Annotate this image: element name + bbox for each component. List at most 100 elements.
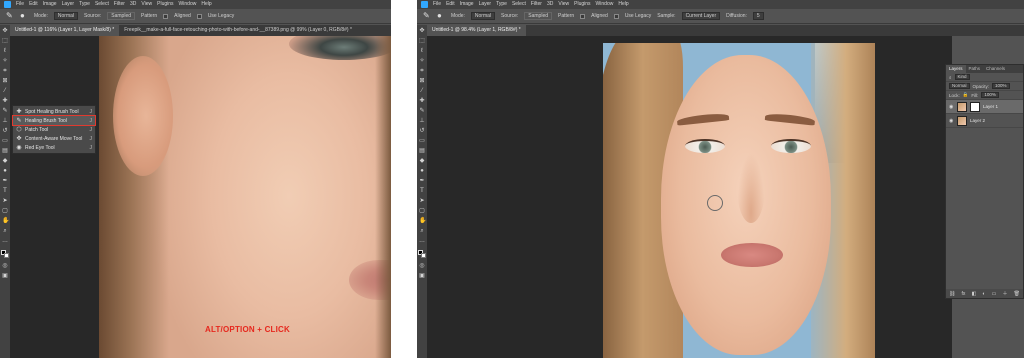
- tab-paths[interactable]: Paths: [966, 65, 984, 73]
- menu-3d[interactable]: 3D: [547, 0, 553, 9]
- menu-type[interactable]: Type: [496, 0, 507, 9]
- menu-plugins[interactable]: Plugins: [574, 0, 590, 9]
- menu-layer[interactable]: Layer: [479, 0, 492, 9]
- type-tool-icon[interactable]: T: [2, 188, 8, 194]
- mode-select[interactable]: Normal: [470, 12, 496, 20]
- use-legacy-checkbox[interactable]: [196, 13, 202, 19]
- fill-input[interactable]: 100%: [981, 92, 999, 98]
- zoom-tool-icon[interactable]: ⌕: [2, 228, 8, 234]
- zoom-tool-icon[interactable]: ⌕: [419, 228, 425, 234]
- menu-plugins[interactable]: Plugins: [157, 0, 173, 9]
- frame-tool-icon[interactable]: ⊠: [419, 78, 425, 84]
- marquee-tool-icon[interactable]: ⬚: [2, 38, 8, 44]
- quick-mask-icon[interactable]: ◎: [2, 263, 8, 269]
- eyedropper-icon[interactable]: ⁄: [2, 88, 8, 94]
- menu-image[interactable]: Image: [43, 0, 57, 9]
- crop-tool-icon[interactable]: ⌗: [419, 68, 425, 74]
- menu-window[interactable]: Window: [596, 0, 614, 9]
- mode-select[interactable]: Normal: [53, 12, 79, 20]
- hand-tool-icon[interactable]: ✋: [2, 218, 9, 224]
- menu-type[interactable]: Type: [79, 0, 90, 9]
- flyout-spot-healing[interactable]: ✚ Spot Healing Brush Tool J: [13, 107, 95, 116]
- gradient-icon[interactable]: ▤: [419, 148, 425, 154]
- more-tools-icon[interactable]: …: [2, 238, 8, 244]
- hand-tool-icon[interactable]: ✋: [419, 218, 426, 224]
- quick-mask-icon[interactable]: ◎: [419, 263, 425, 269]
- quick-select-icon[interactable]: ✧: [419, 58, 425, 64]
- eraser-icon[interactable]: ▭: [419, 138, 425, 144]
- menu-help[interactable]: Help: [618, 0, 628, 9]
- source-sampled-button[interactable]: Sampled: [524, 12, 552, 20]
- menu-view[interactable]: View: [558, 0, 569, 9]
- group-icon[interactable]: ▭: [992, 291, 997, 297]
- menu-layer[interactable]: Layer: [62, 0, 75, 9]
- path-select-icon[interactable]: ➤: [419, 198, 425, 204]
- layer-row[interactable]: ◉ Layer 1: [946, 100, 1023, 114]
- healing-brush-icon[interactable]: ✎: [423, 12, 431, 20]
- menu-filter[interactable]: Filter: [114, 0, 125, 9]
- aligned-checkbox[interactable]: [163, 13, 169, 19]
- move-tool-icon[interactable]: ✥: [2, 28, 8, 34]
- history-brush-icon[interactable]: ↺: [2, 128, 8, 134]
- color-swatches[interactable]: [418, 250, 426, 259]
- menu-file[interactable]: File: [16, 0, 24, 9]
- menu-select[interactable]: Select: [95, 0, 109, 9]
- menu-filter[interactable]: Filter: [531, 0, 542, 9]
- crop-tool-icon[interactable]: ⌗: [2, 68, 8, 74]
- flyout-content-aware-move[interactable]: ✥ Content-Aware Move Tool J: [13, 134, 95, 143]
- pen-tool-icon[interactable]: ✒: [2, 178, 8, 184]
- brush-tool-icon[interactable]: ✎: [419, 108, 425, 114]
- brush-preset-icon[interactable]: ●: [20, 12, 28, 20]
- photo-closeup[interactable]: [99, 36, 391, 358]
- screen-mode-icon[interactable]: ▣: [419, 273, 425, 279]
- healing-brush-icon[interactable]: ✎: [6, 12, 14, 20]
- kind-filter-select[interactable]: Kind: [954, 74, 970, 80]
- dodge-tool-icon[interactable]: ●: [419, 168, 425, 174]
- menu-image[interactable]: Image: [460, 0, 474, 9]
- aligned-checkbox[interactable]: [580, 13, 586, 19]
- healing-tool-icon[interactable]: ✚: [419, 98, 425, 104]
- blend-mode-select[interactable]: Normal: [949, 83, 970, 89]
- type-tool-icon[interactable]: T: [419, 188, 425, 194]
- menu-3d[interactable]: 3D: [130, 0, 136, 9]
- color-swatches[interactable]: [1, 250, 9, 259]
- opacity-input[interactable]: 100%: [992, 83, 1010, 89]
- tab-freepik-png[interactable]: Freepik__make-a-full-face-retouching-pho…: [119, 25, 357, 36]
- eraser-icon[interactable]: ▭: [2, 138, 8, 144]
- flyout-patch[interactable]: ⬡ Patch Tool J: [13, 125, 95, 134]
- frame-tool-icon[interactable]: ⊠: [2, 78, 8, 84]
- flyout-red-eye[interactable]: ◉ Red Eye Tool J: [13, 143, 95, 152]
- tab-untitled-1[interactable]: Untitled-1 @ 98.4% (Layer 1, RGB/8#) *: [427, 25, 526, 36]
- visibility-eye-icon[interactable]: ◉: [949, 118, 954, 124]
- background-color[interactable]: [421, 253, 426, 258]
- stamp-tool-icon[interactable]: ⊥: [419, 118, 425, 124]
- stamp-tool-icon[interactable]: ⊥: [2, 118, 8, 124]
- sample-select[interactable]: Current Layer: [681, 12, 721, 20]
- background-color[interactable]: [4, 253, 9, 258]
- visibility-eye-icon[interactable]: ◉: [949, 104, 954, 110]
- screen-mode-icon[interactable]: ▣: [2, 273, 8, 279]
- lasso-tool-icon[interactable]: ℓ: [2, 48, 8, 54]
- brush-preset-icon[interactable]: ●: [437, 12, 445, 20]
- tab-layers[interactable]: Layers: [946, 65, 966, 73]
- layer-mask-thumbnail[interactable]: [970, 101, 980, 112]
- history-brush-icon[interactable]: ↺: [419, 128, 425, 134]
- new-layer-icon[interactable]: ＋: [1002, 290, 1007, 297]
- eyedropper-icon[interactable]: ⁄: [419, 88, 425, 94]
- source-sampled-button[interactable]: Sampled: [107, 12, 135, 20]
- pen-tool-icon[interactable]: ✒: [419, 178, 425, 184]
- brush-tool-icon[interactable]: ✎: [2, 108, 8, 114]
- delete-layer-icon[interactable]: 🗑: [1014, 291, 1020, 297]
- menu-view[interactable]: View: [141, 0, 152, 9]
- portrait-photo[interactable]: [603, 43, 875, 358]
- pattern-option[interactable]: Pattern: [141, 13, 157, 19]
- healing-tool-icon[interactable]: ✚: [2, 98, 8, 104]
- gradient-icon[interactable]: ▤: [2, 148, 8, 154]
- menu-edit[interactable]: Edit: [29, 0, 38, 9]
- layer-style-icon[interactable]: fx: [962, 291, 966, 297]
- menu-help[interactable]: Help: [201, 0, 211, 9]
- menu-select[interactable]: Select: [512, 0, 526, 9]
- flyout-healing-brush[interactable]: ✎ Healing Brush Tool J: [12, 115, 96, 126]
- blur-tool-icon[interactable]: ◆: [419, 158, 425, 164]
- link-layers-icon[interactable]: ⛓: [949, 291, 955, 297]
